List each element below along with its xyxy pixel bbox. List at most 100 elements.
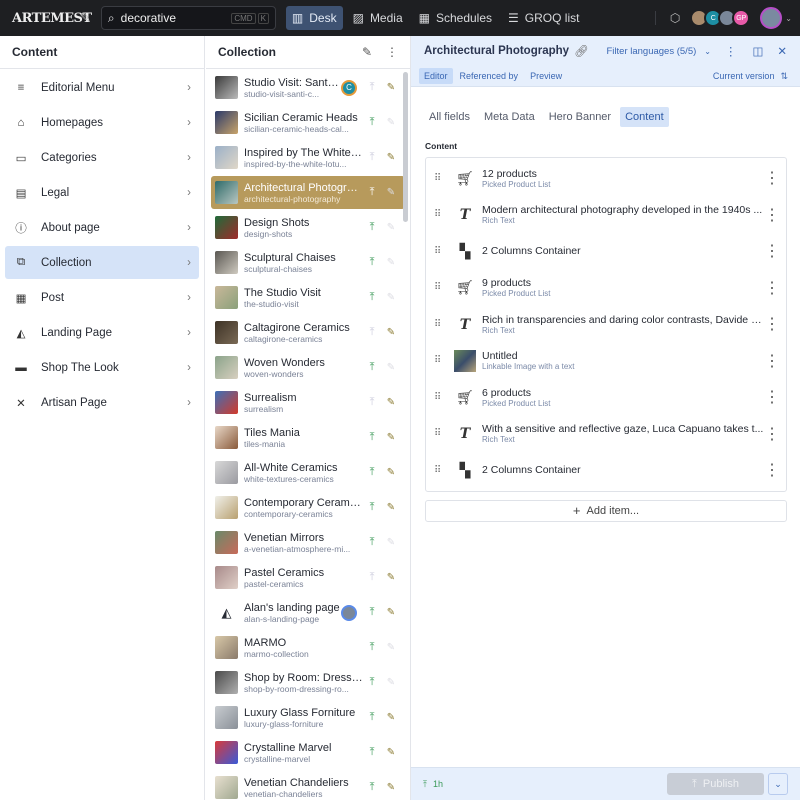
list-item[interactable]: Venetian Chandeliers venetian-chandeliers… [211,771,405,804]
presence-avatar[interactable]: GP [732,9,751,27]
sidebar-item-legal[interactable]: ▤ Legal › [5,176,199,209]
list-item[interactable]: MARMO marmo-collection ⤒ ✎ [211,631,405,664]
drag-handle-icon[interactable]: ⠿ [434,173,448,184]
nav-media[interactable]: ▨ Media [347,6,409,30]
published-icon: ⤒ [369,81,375,93]
array-item[interactable]: ⠿ Untitled Linkable Image with a text ⋮ [426,343,786,380]
edit-icon: ✎ [386,572,396,583]
list-item[interactable]: All-White Ceramics white-textures-ceramic… [211,456,405,489]
list-item[interactable]: Design Shots design-shots ⤒ ✎ [211,211,405,244]
more-icon[interactable]: ⋮ [764,460,780,480]
sidebar-item-shop-the-look[interactable]: ▬ Shop The Look › [5,351,199,384]
drag-handle-icon[interactable]: ⠿ [434,355,448,366]
list-item[interactable]: Woven Wonders woven-wonders ⤒ ✎ [211,351,405,384]
list-item[interactable]: Inspired by The White Lotusinspired-by-t… [211,141,405,174]
chevron-updown-icon[interactable]: ⇅ [780,71,788,82]
publish-menu-button[interactable]: ⌄ [768,773,788,795]
list-item[interactable]: Architectural Photography architectural-p… [211,176,405,209]
more-icon[interactable]: ⋮ [764,168,780,188]
list-item[interactable]: Shop by Room: Dressing Roomshop-by-room-… [211,666,405,699]
more-icon[interactable]: ⋮ [764,241,780,261]
more-icon[interactable]: ⋮ [386,45,398,59]
thumbnail [215,531,238,554]
drag-handle-icon[interactable]: ⠿ [434,282,448,293]
list-item[interactable]: Caltagirone Ceramics caltagirone-ceramics… [211,316,405,349]
more-icon[interactable]: ⋮ [764,351,780,371]
field-tab-all-fields[interactable]: All fields [424,107,475,127]
more-icon[interactable]: ⋮ [764,424,780,444]
list-item[interactable]: Venetian Mirrors a-venetian-atmosphere-mi… [211,526,405,559]
nav-groq-list[interactable]: ☰ GROQ list [502,6,585,30]
version-select[interactable]: Current version [713,71,775,81]
sidebar-item-collection[interactable]: ⧉ Collection › [5,246,199,279]
array-item[interactable]: ⠿ T Rich in transparencies and daring colo… [426,306,786,343]
chevron-down-icon[interactable]: ⌄ [785,14,792,23]
array-item[interactable]: ⠿ T Modern architectural photography devel… [426,197,786,234]
array-item[interactable]: ⠿ ▚ 2 Columns Container ⋮ [426,452,786,489]
array-item[interactable]: ⠿ 🛒︎ 9 products Picked Product List ⋮ [426,270,786,307]
compose-icon[interactable]: ✎ [362,45,372,59]
search-input[interactable]: ⌕ decorative CMD K [100,6,276,30]
chevron-down-icon[interactable]: ⌄ [704,47,711,56]
scrollbar[interactable] [403,72,408,222]
item-slug: crystalline-marvel [244,753,311,764]
list-item[interactable]: Sicilian Ceramic Heads sicilian-ceramic-h… [211,106,405,139]
nav-schedules[interactable]: ▦ Schedules [413,6,498,30]
sidebar-item-artisan-page[interactable]: ✕ Artisan Page › [5,386,199,419]
filter-languages-button[interactable]: Filter languages (5/5) [607,46,697,57]
sidebar-item-homepages[interactable]: ⌂ Homepages › [5,106,199,139]
field-tab-hero-banner[interactable]: Hero Banner [544,107,616,127]
logo[interactable]: ARTEMEST [12,11,92,26]
tab-editor[interactable]: Editor [419,68,453,84]
more-icon[interactable]: ⋮ [725,44,737,58]
array-item[interactable]: ⠿ T With a sensitive and reflective gaze, … [426,416,786,453]
split-pane-icon[interactable]: ◫ [752,44,763,58]
array-item[interactable]: ⠿ 🛒︎ 6 products Picked Product List ⋮ [426,379,786,416]
array-item[interactable]: ⠿ 🛒︎ 12 products Picked Product List ⋮ [426,160,786,197]
list-item[interactable]: Surrealism surrealism ⤒ ✎ [211,386,405,419]
compose-icon[interactable]: ✎ [80,10,91,26]
publish-button[interactable]: ⤒ Publish [667,773,764,795]
sidebar-item-editorial-menu[interactable]: ≡ Editorial Menu › [5,71,199,104]
package-icon[interactable]: ⬡ [654,11,680,25]
user-avatar[interactable] [760,7,783,29]
nav-desk[interactable]: ▥ Desk [285,6,343,30]
list-item[interactable]: Sculptural Chaises sculptural-chaises ⤒ ✎ [211,246,405,279]
tab-preview[interactable]: Preview [525,68,567,84]
sidebar-item-post[interactable]: ▦ Post › [5,281,199,314]
list-item[interactable]: Pastel Ceramics pastel-ceramics ⤒ ✎ [211,561,405,594]
sidebar-item-about-page[interactable]: ⓘ About page › [5,211,199,244]
list-item[interactable]: The Studio Visit the-studio-visit ⤒ ✎ [211,281,405,314]
more-icon[interactable]: ⋮ [764,205,780,225]
link-icon[interactable]: 🔗︎ [574,44,589,58]
chevron-right-icon: › [187,81,191,94]
drag-handle-icon[interactable]: ⠿ [434,428,448,439]
thumbnail [215,671,238,694]
more-icon[interactable]: ⋮ [764,314,780,334]
list-item[interactable]: Studio Visit: Santi Ceramicsstudio-visit… [211,71,405,104]
drag-handle-icon[interactable]: ⠿ [434,209,448,220]
add-item-button[interactable]: + Add item... [425,499,787,522]
list-item[interactable]: Crystalline Marvel crystalline-marvel ⤒ ✎ [211,736,405,769]
item-title: Crystalline Marvel [244,741,332,754]
more-icon[interactable]: ⋮ [764,278,780,298]
sidebar-item-categories[interactable]: ▭ Categories › [5,141,199,174]
more-icon[interactable]: ⋮ [764,387,780,407]
array-item[interactable]: ⠿ ▚ 2 Columns Container ⋮ [426,233,786,270]
drag-handle-icon[interactable]: ⠿ [434,392,448,403]
close-icon[interactable]: ✕ [777,44,787,58]
list-item[interactable]: Luxury Glass Forniture luxury-glass-forni… [211,701,405,734]
drag-handle-icon[interactable]: ⠿ [434,246,448,257]
sidebar-item-landing-page[interactable]: ◭ Landing Page › [5,316,199,349]
field-tab-meta-data[interactable]: Meta Data [479,107,540,127]
list-item[interactable]: ◭ Alan's landing page alan-s-landing-page ⤒… [211,596,405,629]
tab-referenced-by[interactable]: Referenced by [455,68,524,84]
drag-handle-icon[interactable]: ⠿ [434,319,448,330]
list-item[interactable]: Tiles Mania tiles-mania ⤒ ✎ [211,421,405,454]
thumbnail [215,566,238,589]
field-tab-content[interactable]: Content [620,107,669,127]
published-icon: ⤒ [369,396,375,408]
list-item[interactable]: Contemporary Ceramics contemporary-cerami… [211,491,405,524]
drag-handle-icon[interactable]: ⠿ [434,465,448,476]
presence-avatars[interactable]: ⬡ C GP ⌄ [654,7,792,29]
